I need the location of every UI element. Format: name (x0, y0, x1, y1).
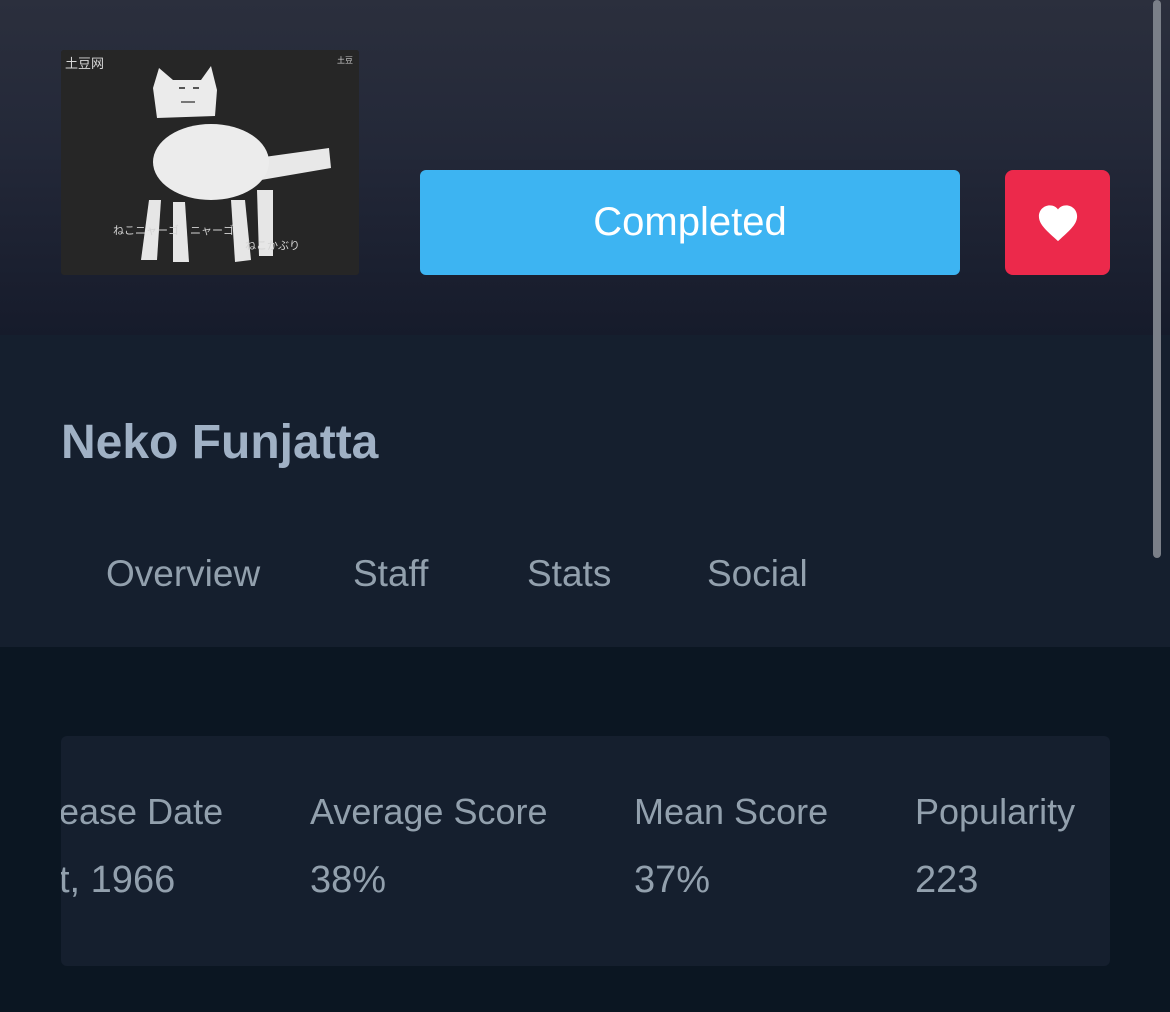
stat-label: ease Date (61, 791, 224, 832)
stat-value: t, 1966 (61, 859, 176, 901)
stat-value: 38% (310, 859, 387, 901)
cover-watermark-left: 土豆网 (65, 57, 104, 72)
stat-mean-score: Mean Score 37% (634, 791, 828, 902)
stat-label: Average Score (310, 791, 548, 832)
stat-popularity: Popularity 223 (915, 791, 1075, 902)
media-title: Neko Funjatta (61, 416, 379, 469)
tab-overview[interactable]: Overview (106, 553, 260, 595)
favorite-button[interactable] (1005, 170, 1110, 275)
info-panel: Neko Funjatta Overview Staff Stats Socia… (0, 335, 1170, 647)
cover-watermark-right: 土豆 (337, 55, 353, 65)
status-button[interactable]: Completed (420, 170, 960, 275)
tab-stats[interactable]: Stats (527, 553, 611, 595)
tab-staff[interactable]: Staff (353, 553, 428, 595)
tab-social[interactable]: Social (707, 553, 808, 595)
stat-average-score: Average Score 38% (310, 791, 547, 902)
stats-card[interactable]: ease Date t, 1966 Average Score 38% Mean… (61, 736, 1110, 966)
cover-image[interactable]: 土豆网 土豆 ねこニャーゴ ニャーゴ ねこかぶり (61, 50, 359, 275)
stat-label: Popularity (915, 791, 1076, 832)
stat-label: Mean Score (634, 791, 829, 832)
stat-value: 223 (915, 859, 979, 901)
heart-icon (1038, 204, 1077, 241)
tab-bar: Overview Staff Stats Social (0, 553, 1170, 603)
scrollbar[interactable] (1153, 0, 1161, 558)
cover-subtitle-line1: ねこニャーゴ ニャーゴ (113, 223, 234, 237)
cover-subtitle-line2: ねこかぶり (245, 239, 300, 252)
stat-release-date: ease Date t, 1966 (61, 791, 223, 902)
stat-value: 37% (634, 859, 711, 901)
